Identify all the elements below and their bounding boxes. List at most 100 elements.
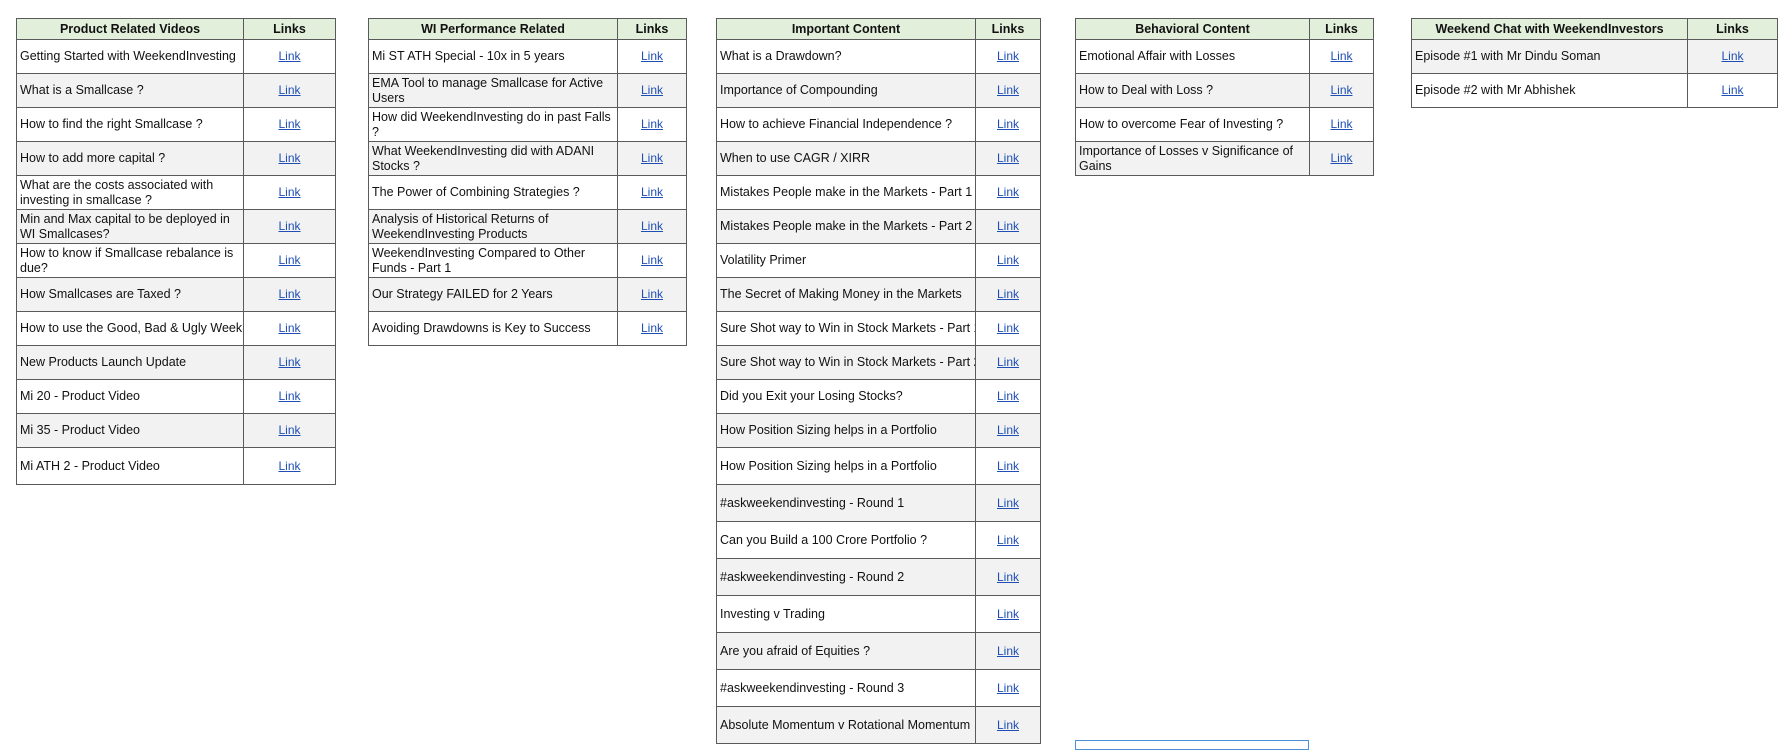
column-header-title: WI Performance Related [368, 18, 618, 40]
video-link[interactable]: Link [997, 496, 1019, 510]
table-row: Absolute Momentum v Rotational Momentum L… [716, 706, 1041, 744]
video-link[interactable]: Link [997, 117, 1019, 131]
video-link[interactable]: Link [641, 49, 663, 63]
video-link[interactable]: Link [997, 681, 1019, 695]
video-link[interactable]: Link [278, 321, 300, 335]
video-link[interactable]: Link [278, 389, 300, 403]
table-row: #askweekendinvesting - Round 3 Link [716, 669, 1041, 707]
video-link[interactable]: Link [641, 83, 663, 97]
link-cell: Link [975, 141, 1041, 176]
link-cell: Link [617, 73, 687, 108]
video-title: Did you Exit your Losing Stocks? [716, 379, 976, 414]
video-link[interactable]: Link [1721, 83, 1743, 97]
video-link[interactable]: Link [997, 718, 1019, 732]
video-title: EMA Tool to manage Smallcase for Active … [368, 73, 618, 108]
video-link[interactable]: Link [641, 117, 663, 131]
link-cell: Link [975, 595, 1041, 633]
video-link[interactable]: Link [997, 287, 1019, 301]
video-link[interactable]: Link [278, 355, 300, 369]
table-row: What is a Drawdown? Link [716, 39, 1041, 74]
video-link[interactable]: Link [278, 423, 300, 437]
link-cell: Link [975, 632, 1041, 670]
table-row: Mi 35 - Product Video Link [16, 413, 336, 448]
video-title: What WeekendInvesting did with ADANI Sto… [368, 141, 618, 176]
video-link[interactable]: Link [278, 459, 300, 473]
video-link[interactable]: Link [997, 423, 1019, 437]
video-link[interactable]: Link [278, 151, 300, 165]
link-cell: Link [243, 379, 336, 414]
video-link[interactable]: Link [1721, 49, 1743, 63]
table-row: EMA Tool to manage Smallcase for Active … [368, 73, 687, 108]
video-title: Analysis of Historical Returns of Weeken… [368, 209, 618, 244]
link-cell: Link [1309, 39, 1374, 74]
link-cell: Link [975, 345, 1041, 380]
video-title: Importance of Compounding [716, 73, 976, 108]
video-title: #askweekendinvesting - Round 1 [716, 484, 976, 522]
video-link[interactable]: Link [997, 389, 1019, 403]
table-row: What are the costs associated with inves… [16, 175, 336, 210]
video-title: The Power of Combining Strategies ? [368, 175, 618, 210]
video-link[interactable]: Link [1330, 151, 1352, 165]
link-cell: Link [975, 39, 1041, 74]
video-link[interactable]: Link [641, 287, 663, 301]
table-row: When to use CAGR / XIRR Link [716, 141, 1041, 176]
video-link[interactable]: Link [997, 83, 1019, 97]
video-link[interactable]: Link [997, 570, 1019, 584]
video-link[interactable]: Link [997, 185, 1019, 199]
video-title: Mistakes People make in the Markets - Pa… [716, 209, 976, 244]
video-title: Mi 20 - Product Video [16, 379, 244, 414]
video-link[interactable]: Link [997, 459, 1019, 473]
video-link[interactable]: Link [278, 185, 300, 199]
video-title: Emotional Affair with Losses [1075, 39, 1310, 74]
video-title: Mi 35 - Product Video [16, 413, 244, 448]
video-link[interactable]: Link [997, 219, 1019, 233]
table-row: Getting Started with WeekendInvesting Lin… [16, 39, 336, 74]
column-header-links: Links [1687, 18, 1778, 40]
video-link[interactable]: Link [997, 253, 1019, 267]
column-header-title: Product Related Videos [16, 18, 244, 40]
video-link[interactable]: Link [997, 355, 1019, 369]
video-link[interactable]: Link [278, 49, 300, 63]
video-link[interactable]: Link [997, 321, 1019, 335]
video-link[interactable]: Link [641, 253, 663, 267]
video-link[interactable]: Link [278, 117, 300, 131]
video-link[interactable]: Link [278, 83, 300, 97]
video-link[interactable]: Link [997, 533, 1019, 547]
link-cell: Link [243, 107, 336, 142]
video-title: #askweekendinvesting - Round 3 [716, 669, 976, 707]
table-header-row: Behavioral Content Links [1075, 18, 1374, 40]
video-title: Mi ATH 2 - Product Video [16, 447, 244, 485]
table-row: Mi 20 - Product Video Link [16, 379, 336, 414]
video-title: New Products Launch Update [16, 345, 244, 380]
table-row: Mi ST ATH Special - 10x in 5 years Link [368, 39, 687, 74]
table-row: Importance of Compounding Link [716, 73, 1041, 108]
video-link[interactable]: Link [997, 49, 1019, 63]
video-link[interactable]: Link [641, 151, 663, 165]
column-header-title: Behavioral Content [1075, 18, 1310, 40]
video-title: Importance of Losses v Significance of G… [1075, 141, 1310, 176]
video-title: Episode #1 with Mr Dindu Soman [1411, 39, 1688, 74]
video-link[interactable]: Link [278, 253, 300, 267]
video-title: Mistakes People make in the Markets - Pa… [716, 175, 976, 210]
table-row: How Smallcases are Taxed ? Link [16, 277, 336, 312]
table-row: Did you Exit your Losing Stocks? Link [716, 379, 1041, 414]
video-title: What are the costs associated with inves… [16, 175, 244, 210]
table-row: Mi ATH 2 - Product Video Link [16, 447, 336, 485]
video-link[interactable]: Link [641, 321, 663, 335]
video-link[interactable]: Link [278, 219, 300, 233]
video-link[interactable]: Link [641, 185, 663, 199]
video-link[interactable]: Link [278, 287, 300, 301]
video-link[interactable]: Link [997, 607, 1019, 621]
video-title: How to know if Smallcase rebalance is du… [16, 243, 244, 278]
link-cell: Link [243, 141, 336, 176]
video-link[interactable]: Link [997, 644, 1019, 658]
table-header-row: Product Related Videos Links [16, 18, 336, 40]
video-link[interactable]: Link [1330, 117, 1352, 131]
column-header-links: Links [617, 18, 687, 40]
table-row: Mistakes People make in the Markets - Pa… [716, 175, 1041, 210]
link-cell: Link [617, 311, 687, 346]
video-link[interactable]: Link [997, 151, 1019, 165]
video-link[interactable]: Link [1330, 49, 1352, 63]
video-link[interactable]: Link [641, 219, 663, 233]
video-link[interactable]: Link [1330, 83, 1352, 97]
